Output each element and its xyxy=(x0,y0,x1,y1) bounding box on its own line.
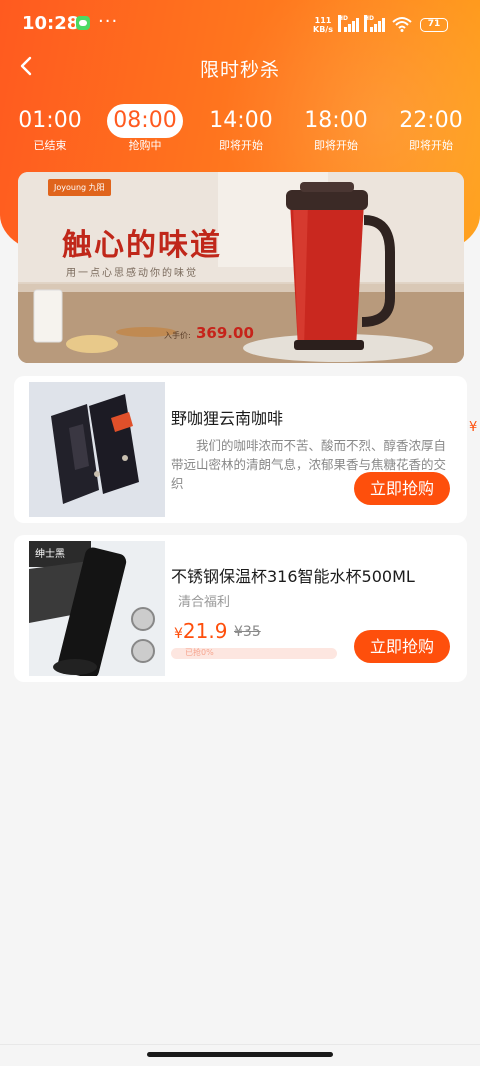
wechat-icon xyxy=(76,16,90,30)
time-tab-1400[interactable]: 14:00 即将开始 xyxy=(193,104,289,154)
product-brand: 清合福利 xyxy=(178,595,231,610)
banner-price: 369.00 xyxy=(196,324,254,342)
sold-progress-bar: 已抢0% xyxy=(171,648,337,659)
time-tab-1800[interactable]: 18:00 即将开始 xyxy=(288,104,384,154)
battery-icon: 71 xyxy=(420,18,448,32)
network-speed: 111 KB/s xyxy=(313,16,333,34)
product-title: 不锈钢保温杯316智能水杯500ML xyxy=(171,567,415,586)
product-image xyxy=(29,382,165,517)
buy-now-button[interactable]: 立即抢购 xyxy=(354,630,450,663)
network-speed-unit: KB/s xyxy=(313,25,333,34)
time-tab-0800[interactable]: 08:00 抢购中 xyxy=(97,104,193,154)
page-title: 限时秒杀 xyxy=(199,59,280,81)
brand-logo: Joyoung 九阳 xyxy=(48,179,111,196)
original-price: ¥35 xyxy=(234,624,261,640)
status-bar: 10:28 ··· 111 KB/s HD HD 71 xyxy=(0,0,480,48)
signal-icon: HD xyxy=(338,15,360,32)
signal-hd-label: HD xyxy=(338,15,348,32)
banner-subline: 用一点心思感动你的味觉 xyxy=(66,268,198,279)
time-tab-time: 18:00 xyxy=(304,108,368,133)
buy-now-button[interactable]: 立即抢购 xyxy=(354,472,450,505)
promo-banner[interactable]: Joyoung 九阳 触心的味道 用一点心思感动你的味觉 入手价: 369.00 xyxy=(18,172,464,363)
more-notifications-icon: ··· xyxy=(98,11,119,32)
product-image: 绅士黑 xyxy=(29,541,165,676)
time-tab-time: 08:00 xyxy=(107,104,183,138)
sold-progress-text: 已抢0% xyxy=(185,648,214,657)
time-tab-status: 即将开始 xyxy=(409,139,453,152)
banner-headline: 触心的味道 xyxy=(62,228,222,263)
banner-price-label: 入手价: xyxy=(164,331,191,340)
time-tabs: 01:00 已结束 08:00 抢购中 14:00 即将开始 18:00 即将开… xyxy=(0,104,480,160)
time-tab-time: 22:00 xyxy=(399,108,463,133)
time-tab-0100[interactable]: 01:00 已结束 xyxy=(2,104,98,154)
divider xyxy=(0,1044,480,1045)
home-indicator[interactable] xyxy=(147,1052,333,1057)
time-tab-status: 抢购中 xyxy=(128,139,162,152)
signal-hd-label: HD xyxy=(364,15,374,32)
product-card[interactable]: 绅士黑 不锈钢保温杯316智能水杯500ML 清合福利 ¥21.9 ¥35 已抢… xyxy=(14,535,467,682)
product-price: ¥21.9 xyxy=(174,619,227,643)
product-title: 野咖狸云南咖啡 xyxy=(171,409,284,428)
time-tab-time: 14:00 xyxy=(209,108,273,133)
network-speed-value: 111 xyxy=(314,16,332,25)
time-tab-status: 即将开始 xyxy=(219,139,263,152)
product-card[interactable]: 野咖狸云南咖啡 我们的咖啡浓而不苦、酸而不烈、醇香浓厚自带远山密林的清朗气息，浓… xyxy=(14,376,467,523)
price-currency: ¥ xyxy=(174,626,183,642)
time-tab-time: 01:00 xyxy=(18,108,82,133)
time-tab-status: 已结束 xyxy=(33,139,67,152)
product-image-label: 绅士黑 xyxy=(35,549,65,560)
wifi-icon xyxy=(392,17,412,32)
time-tab-2200[interactable]: 22:00 即将开始 xyxy=(383,104,479,154)
peek-price: ¥ xyxy=(469,420,478,435)
price-value: 21.9 xyxy=(182,619,228,643)
status-time: 10:28 xyxy=(22,13,80,34)
signal-icon: HD xyxy=(364,15,386,32)
time-tab-status: 即将开始 xyxy=(314,139,358,152)
